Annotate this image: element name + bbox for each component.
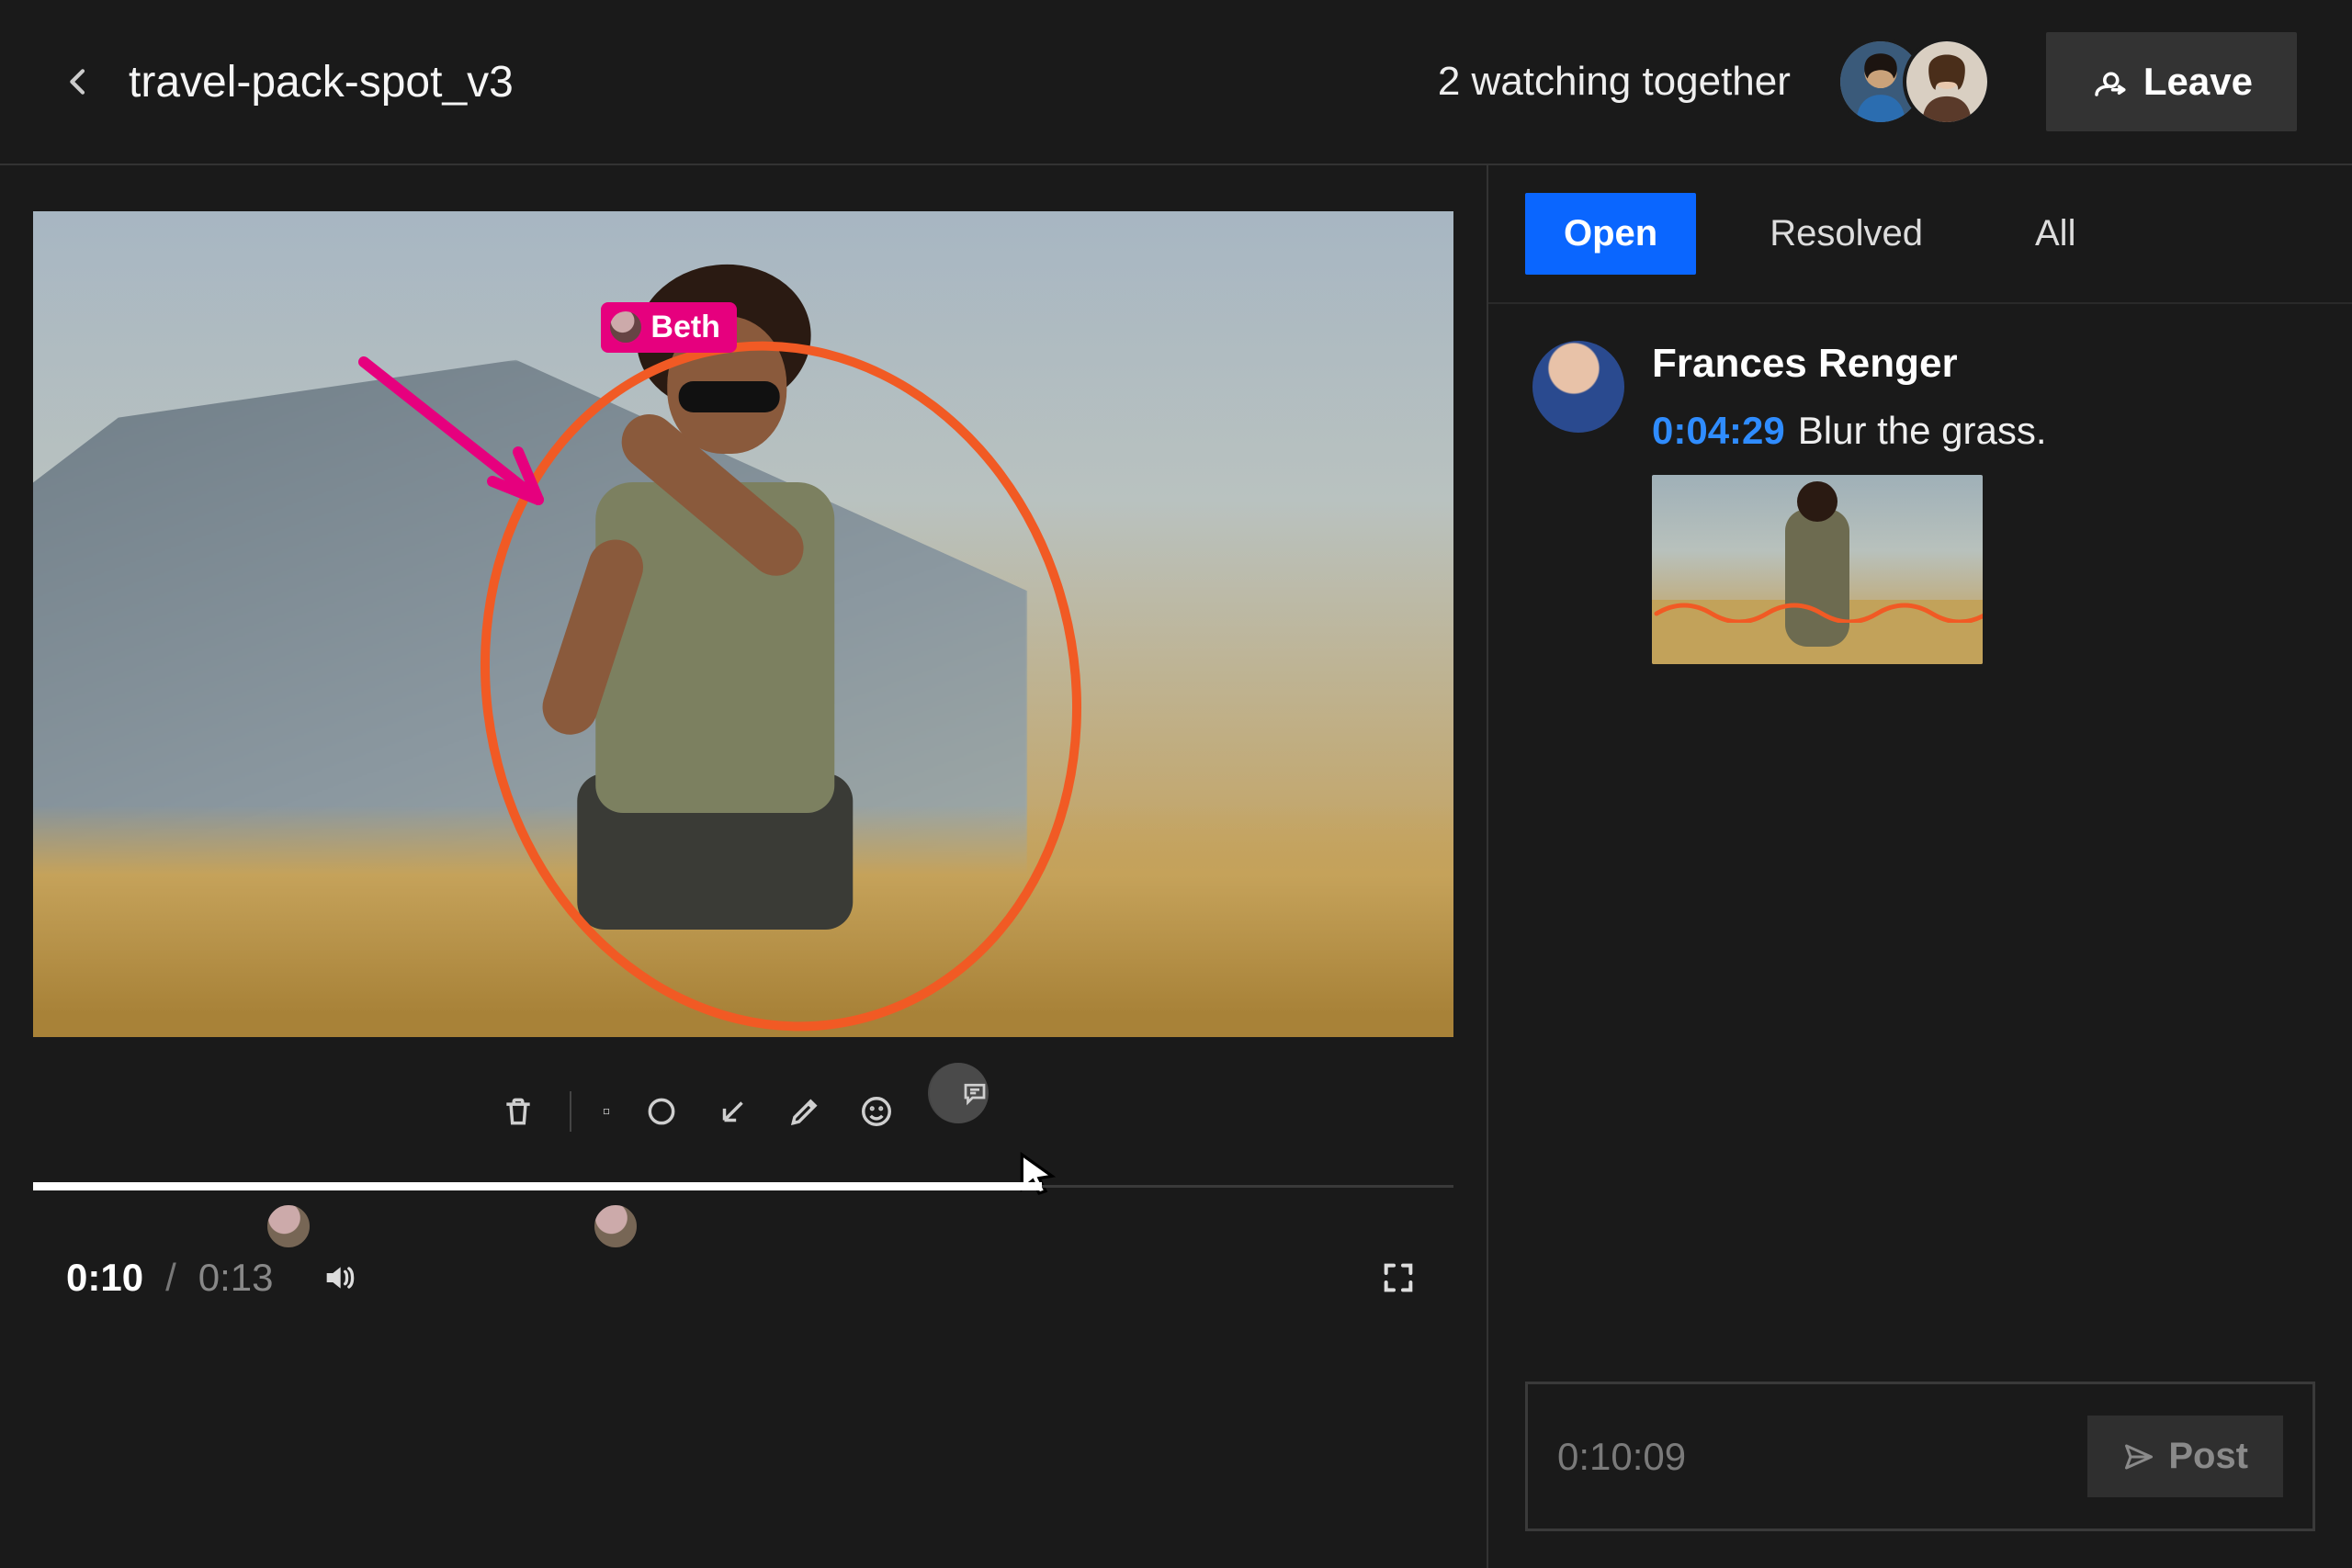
- arrow-icon: [716, 1094, 751, 1129]
- avatar: [1532, 341, 1624, 433]
- emoji-tool[interactable]: [856, 1091, 897, 1132]
- timeline-marker[interactable]: [592, 1202, 639, 1250]
- watching-label: 2 watching together: [1438, 59, 1791, 105]
- tab-open[interactable]: Open: [1525, 193, 1696, 275]
- pen-tool[interactable]: [785, 1091, 825, 1132]
- smile-icon: [859, 1094, 894, 1129]
- pen-icon: [787, 1094, 822, 1129]
- comment-item[interactable]: Frances Renger 0:04:29 Blur the grass.: [1532, 341, 2308, 664]
- comment-icon: [961, 1076, 989, 1111]
- comment-thumbnail[interactable]: [1652, 475, 1983, 664]
- leave-label: Leave: [2143, 60, 2253, 104]
- comment-tabs: Open Resolved All: [1488, 165, 2352, 304]
- time-total: 0:13: [198, 1256, 274, 1300]
- rectangle-tool[interactable]: [570, 1091, 610, 1132]
- comments-pane: Open Resolved All Frances Renger 0:04:29…: [1488, 165, 2352, 1568]
- comments-list: Frances Renger 0:04:29 Blur the grass.: [1488, 304, 2352, 1363]
- playback-controls: 0:10 / 0:13: [33, 1191, 1453, 1300]
- trash-tool[interactable]: [498, 1091, 538, 1132]
- annotation-stroke-icon: [1652, 595, 1983, 623]
- time-separator: /: [165, 1256, 176, 1300]
- volume-button[interactable]: [317, 1256, 361, 1300]
- video-pane: Beth: [0, 165, 1488, 1568]
- compose-timestamp: 0:10:09: [1557, 1435, 2069, 1479]
- arrow-tool[interactable]: [713, 1091, 753, 1132]
- post-button[interactable]: Post: [2087, 1416, 2283, 1497]
- leave-button[interactable]: Leave: [2046, 32, 2297, 131]
- time-current: 0:10: [66, 1256, 143, 1300]
- leave-icon: [2090, 62, 2129, 101]
- collaborator-cursor-tag: Beth: [601, 302, 737, 353]
- square-icon: [603, 1094, 610, 1129]
- annotation-arrow[interactable]: [345, 344, 584, 527]
- avatar-mini: [610, 311, 641, 343]
- header: travel-pack-spot_v3 2 watching together: [0, 0, 2352, 165]
- chevron-left-icon: [60, 63, 96, 100]
- annotation-toolbar: [33, 1037, 1453, 1177]
- comment-text: 0:04:29 Blur the grass.: [1652, 409, 2308, 453]
- send-icon: [2122, 1440, 2155, 1473]
- file-title: travel-pack-spot_v3: [129, 57, 514, 107]
- fullscreen-button[interactable]: [1376, 1256, 1420, 1300]
- video-frame[interactable]: Beth: [33, 211, 1453, 1037]
- tab-resolved[interactable]: Resolved: [1731, 193, 1962, 275]
- comment-author: Frances Renger: [1652, 341, 2308, 387]
- compose-box[interactable]: 0:10:09 Post: [1525, 1382, 2315, 1531]
- avatar[interactable]: [1903, 38, 1991, 126]
- scrubber[interactable]: [33, 1182, 1453, 1191]
- post-label: Post: [2168, 1436, 2248, 1477]
- volume-icon: [321, 1259, 357, 1296]
- trash-icon: [501, 1094, 536, 1129]
- scrubber-progress: [33, 1182, 1042, 1190]
- collaborator-name: Beth: [650, 310, 720, 345]
- timeline-marker[interactable]: [265, 1202, 312, 1250]
- tab-all[interactable]: All: [1996, 193, 2114, 275]
- circle-icon: [644, 1094, 679, 1129]
- ellipse-tool[interactable]: [641, 1091, 682, 1132]
- back-button[interactable]: [55, 59, 101, 105]
- person-icon: [1906, 41, 1987, 122]
- comment-body-text: Blur the grass.: [1798, 409, 2047, 452]
- comment-tool[interactable]: [928, 1063, 989, 1123]
- comment-timestamp[interactable]: 0:04:29: [1652, 409, 1785, 452]
- fullscreen-icon: [1380, 1259, 1417, 1296]
- watcher-avatars: [1837, 38, 1991, 126]
